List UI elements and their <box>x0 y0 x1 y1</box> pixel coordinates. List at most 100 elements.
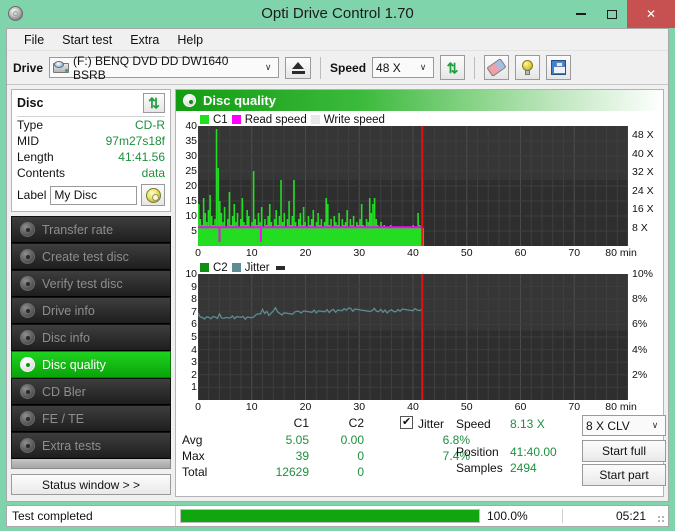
legend-label-write-speed: Write speed <box>323 113 385 126</box>
disc-refresh-button[interactable]: ⇅ <box>143 93 165 113</box>
body: Disc ⇅ Type CD-R MID 97m27s18f Length 41… <box>7 85 668 501</box>
close-button[interactable]: ✕ <box>627 0 675 28</box>
c1-plot-wrap: 5 10 15 20 25 30 35 40 8 X 16 X 24 X 32 X 40 X 48 X … <box>178 120 661 259</box>
sidebar-item-disc-info[interactable]: Disc info <box>11 324 171 351</box>
disc-info-row-contents: Contents data <box>17 165 165 181</box>
maximize-button[interactable] <box>596 0 627 28</box>
jitter-checkbox[interactable] <box>400 415 413 429</box>
y-tick-label: 5 <box>191 225 197 237</box>
disc-info-row-mid: MID 97m27s18f <box>17 133 165 149</box>
y-tick-label: 20 <box>185 180 197 192</box>
position-value: 41:40.00 <box>510 445 557 459</box>
stats-header-c2: C2 <box>348 416 364 430</box>
disc-label-button[interactable] <box>141 184 165 206</box>
sidebar: Disc ⇅ Type CD-R MID 97m27s18f Length 41… <box>11 89 171 497</box>
disc-panel-header: Disc ⇅ <box>17 93 165 117</box>
progress-percent: 100.0% <box>487 509 528 523</box>
c2-x-axis-labels: 0 10 20 30 40 50 60 70 80 min <box>195 401 637 414</box>
x-tick-label: 70 <box>568 401 581 413</box>
save-button[interactable] <box>546 55 572 80</box>
menu-item-extra[interactable]: Extra <box>121 31 168 49</box>
y-tick-label: 3 <box>191 356 197 369</box>
legend-label-c2: C2 <box>213 261 228 274</box>
speed-readout-value: 8.13 X <box>510 417 545 431</box>
sidebar-item-disc-quality[interactable]: Disc quality <box>11 351 171 378</box>
right-tick-label: 48 X <box>632 129 654 142</box>
speed-label: Speed <box>330 60 367 75</box>
write-strategy-value: 8 X CLV <box>586 418 630 433</box>
erase-disc-button[interactable] <box>484 55 510 80</box>
stats-c1-avg: 5.05 <box>285 433 309 447</box>
sidebar-item-create-test-disc[interactable]: Create test disc <box>11 243 171 270</box>
app-window: Opti Drive Control 1.70 ✕ File Start tes… <box>0 0 675 531</box>
disc-icon <box>20 384 35 399</box>
statistics-panel: C1 C2 Avg 5.05 0.00 Max 39 0 Total 12629… <box>178 414 666 486</box>
sidebar-item-fe-te[interactable]: FE / TE <box>11 405 171 432</box>
status-bar: Test completed 100.0% 05:21 <box>6 505 669 527</box>
minimize-button[interactable] <box>565 0 596 28</box>
resize-grip[interactable] <box>654 506 668 526</box>
x-tick-label: 0 <box>195 247 201 259</box>
legend-swatch-jitter <box>231 263 241 272</box>
progress-area: 100.0% <box>175 506 562 526</box>
menu-item-help[interactable]: Help <box>168 31 212 49</box>
stats-c2-avg: 0.00 <box>340 433 364 447</box>
legend-label-jitter: Jitter <box>244 261 270 274</box>
speed-select[interactable]: 48 X ∨ <box>372 57 435 78</box>
start-full-button[interactable]: Start full <box>582 440 666 462</box>
row-key: MID <box>17 134 39 148</box>
disc-label-input[interactable]: My Disc <box>50 185 137 205</box>
stats-c2-max: 0 <box>357 449 364 463</box>
y-tick-label: 7 <box>191 305 197 318</box>
eject-button[interactable] <box>285 56 312 79</box>
jitter-label: Jitter <box>418 417 445 431</box>
menu-item-start-test[interactable]: Start test <box>53 31 121 49</box>
sidebar-filler <box>11 459 171 469</box>
right-tick-label: 24 X <box>632 184 654 197</box>
sidebar-item-transfer-rate[interactable]: Transfer rate <box>11 216 171 243</box>
stats-label-avg: Avg <box>182 433 203 447</box>
disc-info-panel: Disc ⇅ Type CD-R MID 97m27s18f Length 41… <box>11 89 171 212</box>
maximize-icon <box>606 9 617 19</box>
c2-chart-legend: C2 Jitter <box>178 261 661 274</box>
status-message: Test completed <box>12 509 93 523</box>
sidebar-item-extra-tests[interactable]: Extra tests <box>11 432 171 459</box>
row-key: Type <box>17 118 44 132</box>
x-tick-label: 60 <box>514 401 527 413</box>
optical-drive-icon <box>53 61 70 74</box>
main-panel-header: Disc quality <box>176 90 663 111</box>
menu-item-file[interactable]: File <box>15 31 53 49</box>
chevron-down-icon: ∨ <box>264 62 272 72</box>
legend-swatch-extra <box>275 265 285 270</box>
y-tick-label: 25 <box>185 165 197 177</box>
sidebar-item-drive-info[interactable]: Drive info <box>11 297 171 324</box>
disc-icon <box>20 357 35 372</box>
row-value: CD-R <box>135 118 165 132</box>
drive-select-value: (F:) BENQ DVD DD DW1640 BSRB <box>73 53 229 82</box>
right-tick-label: 8 X <box>632 221 648 234</box>
right-tick-label: 6% <box>632 318 648 331</box>
right-tick-label: 32 X <box>632 166 654 179</box>
chevron-down-icon: ∨ <box>651 420 659 430</box>
write-strategy-select[interactable]: 8 X CLV ∨ <box>582 415 666 436</box>
sidebar-item-cd-bler[interactable]: CD Bler <box>11 378 171 405</box>
options-button[interactable] <box>515 55 541 80</box>
sidebar-item-verify-test-disc[interactable]: Verify test disc <box>11 270 171 297</box>
start-part-button[interactable]: Start part <box>582 464 666 486</box>
legend-swatch-read-speed <box>231 115 241 124</box>
stats-label-total: Total <box>182 465 208 479</box>
c1-plot <box>198 126 628 246</box>
drive-select[interactable]: (F:) BENQ DVD DD DW1640 BSRB ∨ <box>49 54 280 82</box>
refresh-button[interactable]: ⇅ <box>440 55 466 80</box>
row-key: Contents <box>17 166 66 180</box>
y-tick-label: 2 <box>191 368 197 381</box>
status-window-button[interactable]: Status window > > <box>11 474 171 495</box>
disc-label-key: Label <box>17 188 47 202</box>
x-tick-label: 50 <box>460 401 473 413</box>
x-tick-label: 20 <box>299 247 312 259</box>
speed-select-value: 48 X <box>376 60 401 75</box>
main-panel: Disc quality C1 Read speed Write speed 5… <box>175 89 666 497</box>
stats-header-c1: C1 <box>293 416 309 430</box>
sidebar-item-label: FE / TE <box>42 411 85 426</box>
speed-readout-label: Speed <box>456 417 491 431</box>
